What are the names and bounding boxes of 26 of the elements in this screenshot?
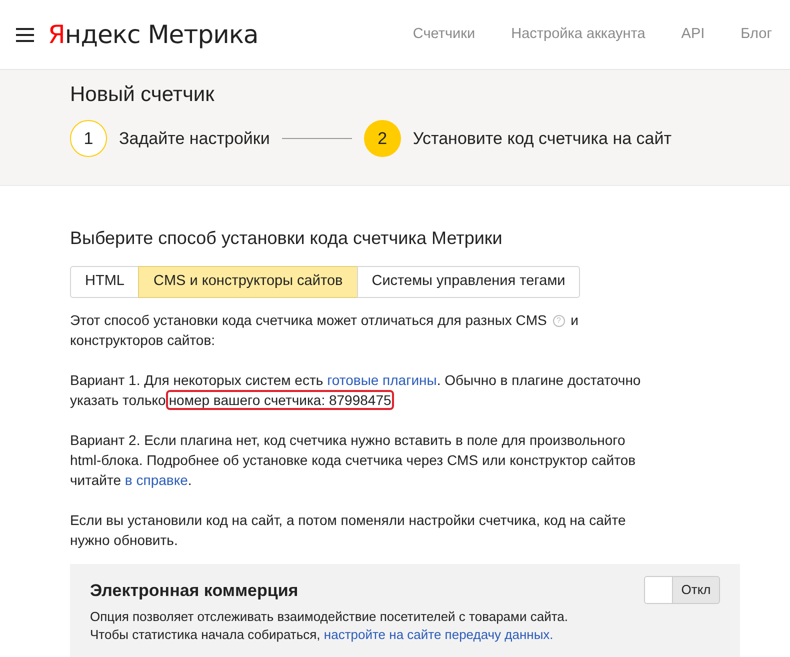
paragraph: Этот способ установки кода счетчика может отличаться для разных CMS ? и конструкторов сайтов: bbox=[70, 311, 580, 350]
nav-link[interactable]: API bbox=[681, 24, 705, 46]
menu-icon[interactable] bbox=[16, 28, 34, 42]
section-title: Выберите способ установки кода счетчика Метрики bbox=[70, 227, 504, 250]
step-label: Задайте настройки bbox=[119, 128, 270, 150]
card-description: Опция позволяет отслеживать взаимодействие посетителей с товарами сайта. Чтобы статистика начала собираться, настройте на сайте передачу данных. bbox=[90, 608, 569, 644]
tab[interactable]: Системы управления тегами bbox=[356, 266, 580, 298]
nav-link[interactable]: Счетчики bbox=[412, 24, 476, 46]
tab[interactable]: HTML bbox=[70, 266, 140, 298]
paragraph: Вариант 1. Для некоторых систем есть готовые плагины. Обычно в плагине достаточно указать только номер вашего счетчика: 87998475 bbox=[70, 371, 642, 410]
step-number: 2 bbox=[364, 120, 401, 157]
paragraph: Если вы установили код на сайт, а потом поменяли настройки счетчика, код на сайте нужно обновить. bbox=[70, 511, 627, 550]
card-title: Электронная коммерция bbox=[90, 580, 298, 602]
help-link[interactable]: готовые плагины bbox=[327, 372, 437, 388]
toggle-switch[interactable]: Откл bbox=[644, 576, 720, 604]
step-number: 1 bbox=[70, 120, 107, 157]
highlight-outline: номер вашего счетчика: 87998475 bbox=[166, 390, 394, 410]
logo[interactable]: Яндекс Метрика bbox=[48, 16, 258, 54]
tab[interactable]: CMS и конструкторы сайтов bbox=[138, 266, 358, 298]
nav-link[interactable]: Настройка аккаунта bbox=[511, 24, 646, 46]
help-link[interactable]: настройте на сайте передачу данных. bbox=[324, 627, 554, 642]
paragraph: Вариант 2. Если плагина нет, код счетчика нужно вставить в поле для произвольного html-блока. Подробнее об установке кода счетчика через CMS или конструктор сайтов читайте в справке. bbox=[70, 431, 637, 490]
nav-link[interactable]: Блог bbox=[740, 24, 772, 46]
help-link[interactable]: в справке bbox=[124, 472, 188, 488]
step-label: Установите код счетчика на сайт bbox=[412, 128, 672, 150]
page-title: Новый счетчик bbox=[70, 82, 216, 108]
